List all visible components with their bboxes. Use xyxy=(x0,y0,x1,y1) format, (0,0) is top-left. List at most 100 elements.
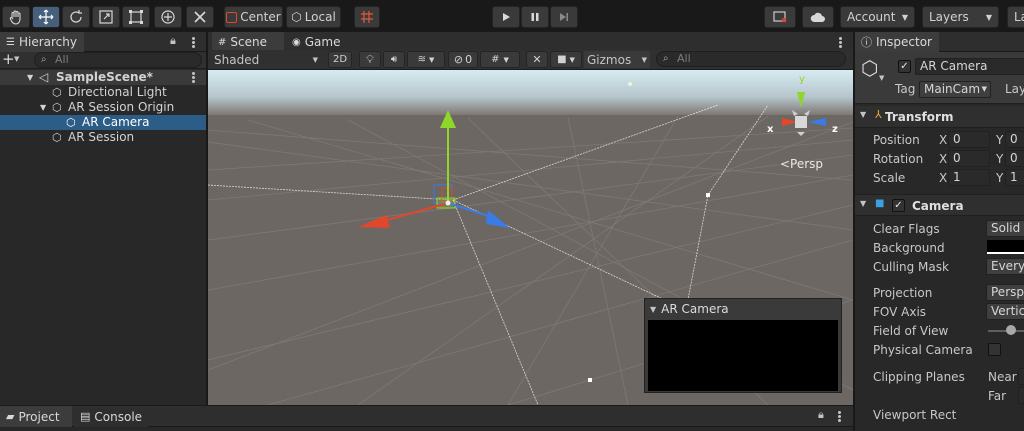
grid-dropdown[interactable]: # ▼ xyxy=(480,51,520,68)
tab-inspector[interactable]: ⓘ Inspector xyxy=(855,32,939,52)
hierarchy-item-ar-session[interactable]: ⬡ AR Session xyxy=(0,130,206,145)
scene-header: # Scene ◉ Game xyxy=(208,32,853,52)
scene-row[interactable]: ▼ ◁ SampleScene* xyxy=(0,70,206,85)
pivot-icon xyxy=(226,11,238,23)
layout-dropdown[interactable]: La xyxy=(1007,6,1024,28)
transform-component-header[interactable]: ▼ ⅄ Transform xyxy=(855,106,1024,128)
lock-icon[interactable]: 🔒︎ xyxy=(170,34,176,48)
gizmos-dropdown[interactable]: Gizmos ▼ xyxy=(584,51,650,68)
audio-toggle-button[interactable]: 🔊︎ xyxy=(383,51,405,68)
position-label: Position xyxy=(873,133,920,147)
hierarchy-search-input[interactable]: ⌕ All xyxy=(34,52,202,68)
background-color-swatch[interactable] xyxy=(987,240,1024,254)
frustum-handle[interactable] xyxy=(706,193,710,197)
grid-snap-icon xyxy=(361,11,373,23)
2d-toggle-button[interactable]: 2D xyxy=(328,51,352,68)
tools-toggle-button[interactable]: ✕ xyxy=(526,51,548,68)
scene-grid-icon: # xyxy=(218,36,227,48)
pivot-center-label: Center xyxy=(240,10,281,24)
effects-dropdown[interactable]: ≋ ▼ xyxy=(407,51,445,68)
effects-layers-icon: ≋ xyxy=(417,54,426,65)
cloud-button[interactable] xyxy=(802,6,834,28)
rotation-y-field[interactable]: 0 xyxy=(1005,150,1024,167)
clear-flags-dropdown[interactable]: Solid C xyxy=(986,220,1024,237)
video-camera-icon: ■ xyxy=(557,54,567,65)
clear-flags-value: Solid C xyxy=(991,221,1024,235)
tab-hierarchy[interactable]: ☰ Hierarchy xyxy=(0,32,84,52)
rotate-tool-button[interactable] xyxy=(62,6,90,28)
shading-mode-dropdown[interactable]: Shaded ▼ xyxy=(210,51,322,68)
play-button[interactable] xyxy=(492,6,520,28)
grid-snap-button[interactable] xyxy=(354,6,380,28)
collab-button[interactable] xyxy=(764,6,796,28)
fov-axis-dropdown[interactable]: Vertic xyxy=(986,303,1024,320)
frustum-handle[interactable] xyxy=(588,378,592,382)
lighting-toggle-button[interactable]: 💡︎ xyxy=(359,51,381,68)
far-field[interactable] xyxy=(1018,387,1024,404)
panel-menu-icon[interactable] xyxy=(839,37,842,49)
position-x-field[interactable]: 0 xyxy=(948,131,990,148)
scene-menu-icon[interactable] xyxy=(192,72,195,84)
pause-button[interactable] xyxy=(521,6,549,28)
custom-tool-button[interactable] xyxy=(186,6,214,28)
scale-y-field[interactable]: 1 xyxy=(1005,169,1024,186)
layers-label: Layers xyxy=(929,10,969,24)
move-tool-button[interactable] xyxy=(32,6,60,28)
tab-project[interactable]: ▰ Project xyxy=(0,406,72,427)
rect-tool-button[interactable] xyxy=(122,6,150,28)
hierarchy-item-ar-session-origin[interactable]: ▼ ⬡ AR Session Origin xyxy=(0,100,206,115)
tag-label: Tag xyxy=(895,82,916,96)
layers-dropdown[interactable]: Layers ▼ xyxy=(922,6,999,28)
pivot-local-button[interactable]: ⬡ Local xyxy=(286,6,341,28)
camera-enabled-toggle[interactable]: ✓ xyxy=(892,199,905,212)
scale-x-label: X xyxy=(939,171,948,185)
rotation-label: Rotation xyxy=(873,152,924,166)
scale-tool-button[interactable] xyxy=(92,6,120,28)
tab-scene[interactable]: # Scene xyxy=(212,32,284,52)
account-dropdown[interactable]: Account ▼ xyxy=(840,6,915,28)
camera-component-header[interactable]: ▼ ■ ✓ Camera xyxy=(855,194,1024,216)
collapse-arrow-icon[interactable]: ▼ xyxy=(650,305,656,314)
projection-toggle[interactable]: <Persp xyxy=(780,157,823,171)
position-y-field[interactable]: 0 xyxy=(1005,131,1024,148)
position-y-label: Y xyxy=(996,133,1004,147)
culling-mask-dropdown[interactable]: Everyt xyxy=(986,258,1024,275)
scene-name: SampleScene* xyxy=(56,70,153,84)
active-toggle[interactable]: ✓ xyxy=(898,60,911,73)
field-of-view-slider-thumb[interactable] xyxy=(1006,325,1016,335)
scale-x-field[interactable]: 1 xyxy=(948,169,990,186)
tag-dropdown[interactable]: MainCam ▼ xyxy=(919,81,991,98)
hidden-objects-toggle[interactable]: ⊘ 0 xyxy=(448,51,478,68)
expand-arrow-icon: ▼ xyxy=(27,73,34,82)
camera-title: Camera xyxy=(912,199,964,213)
camera-dropdown[interactable]: ■ ▼ xyxy=(550,51,582,68)
projection-dropdown[interactable]: Perspe xyxy=(986,284,1024,301)
dropdown-arrow-icon: ▼ xyxy=(981,85,987,93)
scene-search-input[interactable]: ⌕ All xyxy=(656,51,846,67)
gizmo-center[interactable] xyxy=(445,200,451,206)
add-icon[interactable]: + xyxy=(2,50,15,68)
near-field[interactable] xyxy=(1018,368,1024,385)
tab-game[interactable]: ◉ Game xyxy=(286,32,348,52)
lock-icon[interactable]: 🔒︎ xyxy=(818,408,824,422)
culling-mask-value: Everyt xyxy=(991,259,1024,273)
tab-console[interactable]: ▤ Console xyxy=(74,406,148,427)
object-name-field[interactable]: AR Camera xyxy=(915,58,1024,75)
pivot-center-button[interactable]: Center xyxy=(224,6,283,28)
hierarchy-item-directional-light[interactable]: ⬡ Directional Light xyxy=(0,85,206,100)
hand-tool-button[interactable] xyxy=(2,6,30,28)
position-x-label: X xyxy=(939,133,948,147)
physical-camera-checkbox[interactable] xyxy=(988,343,1001,356)
panel-menu-icon[interactable] xyxy=(838,411,841,423)
rotation-x-field[interactable]: 0 xyxy=(948,150,990,167)
game-tab-label: Game xyxy=(304,35,341,49)
panel-menu-icon[interactable] xyxy=(192,37,195,49)
dropdown-arrow-icon[interactable]: ▼ xyxy=(879,74,884,82)
hierarchy-item-ar-camera[interactable]: ⬡ AR Camera xyxy=(0,115,206,130)
transform-tool-button[interactable] xyxy=(154,6,182,28)
rotation-x-label: X xyxy=(939,152,948,166)
step-button[interactable] xyxy=(550,6,578,28)
dropdown-arrow-icon[interactable]: ▼ xyxy=(14,55,19,63)
orientation-center-cube[interactable] xyxy=(795,116,807,128)
hierarchy-header: ☰ Hierarchy 🔒︎ xyxy=(0,32,206,52)
